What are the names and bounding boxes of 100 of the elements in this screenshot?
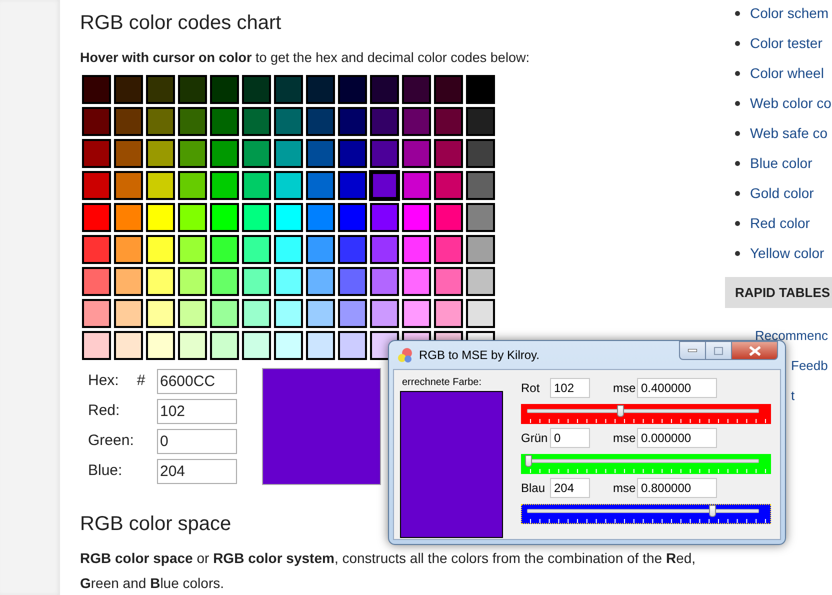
color-swatch[interactable]: [306, 235, 335, 264]
color-swatch[interactable]: [146, 203, 175, 232]
color-swatch[interactable]: [306, 267, 335, 296]
color-swatch[interactable]: [402, 235, 431, 264]
color-swatch[interactable]: [466, 107, 495, 136]
color-swatch[interactable]: [82, 171, 111, 200]
color-swatch[interactable]: [82, 235, 111, 264]
sidebar-link[interactable]: Color tester: [750, 32, 822, 54]
sidebar-link[interactable]: t: [791, 386, 795, 406]
color-swatch[interactable]: [274, 171, 303, 200]
color-swatch[interactable]: [370, 75, 399, 104]
color-swatch[interactable]: [114, 235, 143, 264]
color-swatch[interactable]: [114, 171, 143, 200]
sidebar-link[interactable]: Color wheel: [750, 62, 824, 84]
color-swatch[interactable]: [114, 139, 143, 168]
color-swatch[interactable]: [114, 107, 143, 136]
color-swatch[interactable]: [178, 331, 207, 360]
input-field[interactable]: 6600CC: [157, 369, 237, 394]
mse-field[interactable]: 0.400000: [637, 378, 717, 398]
color-swatch[interactable]: [114, 331, 143, 360]
color-swatch[interactable]: [242, 139, 271, 168]
color-swatch[interactable]: [210, 299, 239, 328]
sidebar-link[interactable]: Color schem: [750, 2, 829, 24]
color-swatch[interactable]: [178, 203, 207, 232]
color-swatch[interactable]: [434, 139, 463, 168]
color-swatch[interactable]: [434, 75, 463, 104]
color-swatch[interactable]: [402, 107, 431, 136]
color-swatch[interactable]: [146, 299, 175, 328]
slider-thumb[interactable]: [617, 405, 624, 417]
slider[interactable]: [521, 504, 771, 524]
color-swatch[interactable]: [114, 299, 143, 328]
color-swatch[interactable]: [338, 203, 367, 232]
color-swatch[interactable]: [306, 139, 335, 168]
color-swatch[interactable]: [434, 235, 463, 264]
color-swatch[interactable]: [146, 235, 175, 264]
input-field[interactable]: 0: [157, 429, 237, 454]
color-swatch[interactable]: [306, 203, 335, 232]
color-swatch[interactable]: [338, 331, 367, 360]
color-swatch[interactable]: [306, 171, 335, 200]
color-swatch[interactable]: [114, 203, 143, 232]
color-swatch[interactable]: [242, 171, 271, 200]
color-swatch[interactable]: [338, 267, 367, 296]
sidebar-link[interactable]: Feedb: [791, 356, 828, 376]
color-swatch[interactable]: [466, 235, 495, 264]
color-swatch[interactable]: [210, 267, 239, 296]
color-swatch[interactable]: [178, 235, 207, 264]
color-swatch[interactable]: [210, 107, 239, 136]
sidebar-link[interactable]: Red color: [750, 212, 810, 234]
slider-thumb[interactable]: [709, 505, 716, 517]
color-swatch[interactable]: [178, 267, 207, 296]
slider[interactable]: [521, 404, 771, 424]
sidebar-link[interactable]: Blue color: [750, 152, 812, 174]
color-swatch[interactable]: [402, 171, 431, 200]
color-swatch[interactable]: [466, 267, 495, 296]
color-swatch[interactable]: [82, 267, 111, 296]
color-swatch[interactable]: [210, 171, 239, 200]
sidebar-link[interactable]: Yellow color: [750, 242, 824, 264]
color-swatch[interactable]: [210, 75, 239, 104]
color-swatch[interactable]: [146, 267, 175, 296]
color-swatch[interactable]: [82, 331, 111, 360]
input-field[interactable]: 102: [157, 399, 237, 424]
color-swatch[interactable]: [434, 203, 463, 232]
color-swatch[interactable]: [178, 75, 207, 104]
color-swatch[interactable]: [146, 107, 175, 136]
color-swatch[interactable]: [274, 331, 303, 360]
color-swatch[interactable]: [370, 107, 399, 136]
color-swatch[interactable]: [338, 139, 367, 168]
maximize-button[interactable]: [706, 341, 732, 360]
sidebar-link[interactable]: Web color co: [750, 92, 832, 114]
color-swatch[interactable]: [146, 331, 175, 360]
color-swatch[interactable]: [402, 203, 431, 232]
sidebar-link[interactable]: Web safe co: [750, 122, 828, 144]
color-swatch[interactable]: [434, 171, 463, 200]
color-swatch[interactable]: [370, 203, 399, 232]
color-swatch[interactable]: [242, 267, 271, 296]
color-swatch[interactable]: [338, 235, 367, 264]
color-swatch[interactable]: [242, 203, 271, 232]
color-swatch[interactable]: [274, 235, 303, 264]
color-swatch[interactable]: [274, 203, 303, 232]
color-swatch[interactable]: [434, 267, 463, 296]
color-swatch[interactable]: [338, 299, 367, 328]
color-swatch[interactable]: [178, 107, 207, 136]
color-swatch[interactable]: [242, 75, 271, 104]
color-swatch[interactable]: [210, 203, 239, 232]
color-swatch[interactable]: [82, 75, 111, 104]
color-swatch[interactable]: [466, 75, 495, 104]
color-swatch[interactable]: [242, 107, 271, 136]
color-swatch[interactable]: [242, 331, 271, 360]
color-swatch[interactable]: [242, 299, 271, 328]
color-swatch[interactable]: [146, 75, 175, 104]
slider[interactable]: [521, 454, 771, 474]
color-swatch[interactable]: [274, 139, 303, 168]
color-swatch[interactable]: [114, 267, 143, 296]
mse-field[interactable]: 0.000000: [637, 428, 717, 448]
color-swatch[interactable]: [82, 107, 111, 136]
color-swatch[interactable]: [178, 299, 207, 328]
color-swatch[interactable]: [370, 235, 399, 264]
close-button[interactable]: [732, 341, 778, 360]
color-swatch[interactable]: [466, 139, 495, 168]
color-swatch[interactable]: [466, 299, 495, 328]
